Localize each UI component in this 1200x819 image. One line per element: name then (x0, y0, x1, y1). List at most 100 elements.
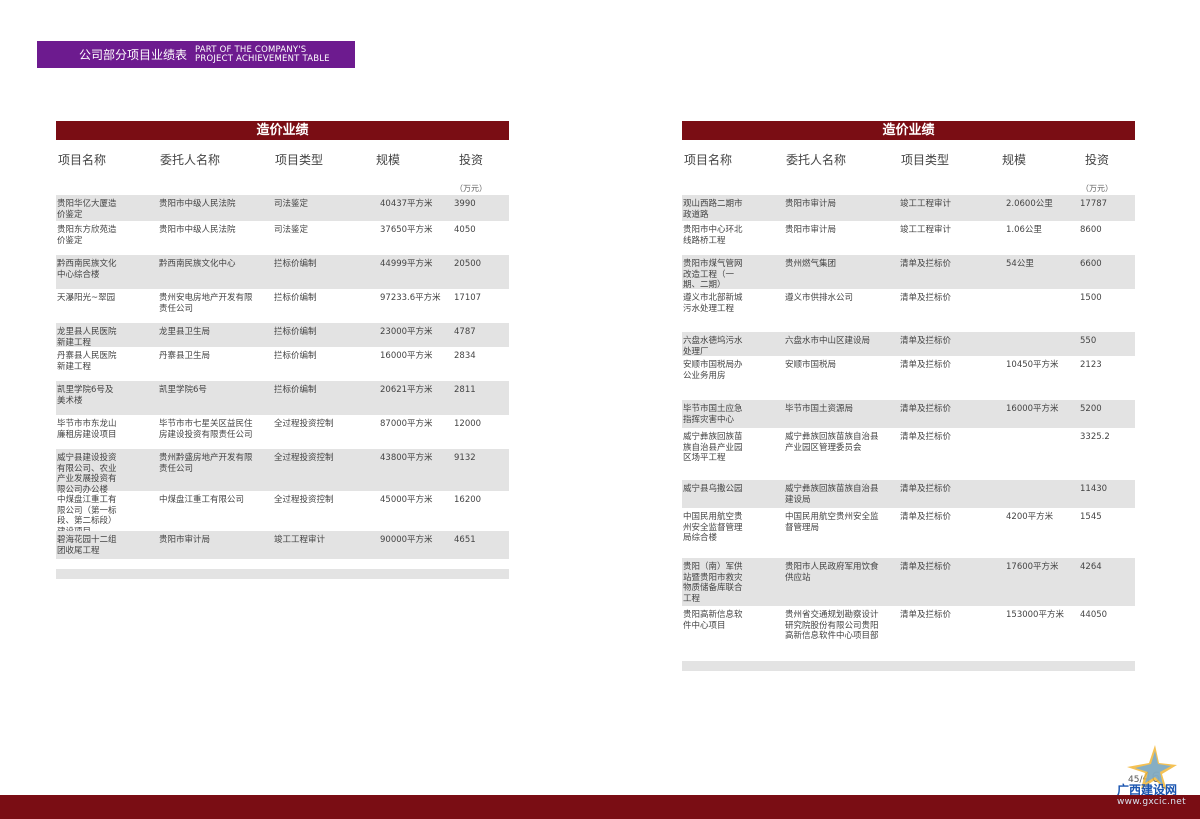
header-investment: 投资 (1085, 153, 1110, 167)
table-title: 造价业绩 (56, 121, 509, 140)
table-end-bar (682, 661, 1135, 671)
client-cell: 毕节市国土资源局 (785, 404, 854, 414)
scale-cell: 17600平方米 (1006, 562, 1059, 572)
project-type-cell: 清单及拦标价 (900, 404, 952, 414)
investment-cell: 8600 (1080, 225, 1102, 235)
footer-bar (0, 795, 1200, 819)
scale-cell: 45000平方米 (380, 495, 433, 505)
scale-cell: 43800平方米 (380, 453, 433, 463)
investment-cell: 3990 (454, 199, 476, 209)
header-client: 委托人名称 (160, 153, 221, 167)
table-row: 贵阳高新信息软件中心项目 贵州省交通规划勘察设计研究院股份有限公司贵阳高新信息软件… (682, 606, 1135, 651)
scale-cell: 1.06公里 (1006, 225, 1042, 235)
project-name-cell: 安顺市国税局办公业务用房 (683, 360, 743, 381)
client-cell: 贵阳市中级人民法院 (159, 225, 236, 235)
scale-cell: 4200平方米 (1006, 512, 1054, 522)
client-cell: 龙里县卫生局 (159, 327, 211, 337)
scale-cell: 90000平方米 (380, 535, 433, 545)
investment-cell: 16200 (454, 495, 482, 505)
project-type-cell: 拦标价编制 (274, 293, 317, 303)
investment-cell: 2123 (1080, 360, 1102, 370)
table-row: 安顺市国税局办公业务用房 安顺市国税局 清单及拦标价 10450平方米 2123 (682, 356, 1135, 400)
project-name-cell: 中国民用航空贵州安全监督管理局综合楼 (683, 512, 743, 543)
project-name-cell: 碧海花园十二组团收尾工程 (57, 535, 117, 556)
project-type-cell: 清单及拦标价 (900, 293, 952, 303)
investment-cell: 17107 (454, 293, 482, 303)
investment-cell: 550 (1080, 336, 1097, 346)
project-type-cell: 清单及拦标价 (900, 259, 952, 269)
scale-cell: 97233.6平方米 (380, 293, 441, 303)
header-investment: 投资 (459, 153, 484, 167)
client-cell: 贵州安电房地产开发有限责任公司 (159, 293, 253, 314)
table-row: 贵阳（南）军供站暨贵阳市救灾物质储备库联合工程 贵阳市人民政府军用饮食供应站 清单及… (682, 558, 1135, 606)
project-name-cell: 贵阳（南）军供站暨贵阳市救灾物质储备库联合工程 (683, 562, 743, 604)
investment-cell: 4264 (1080, 562, 1102, 572)
table-row: 丹寨县人民医院新建工程 丹寨县卫生局 拦标价编制 16000平方米 2834 (56, 347, 509, 381)
project-type-cell: 拦标价编制 (274, 327, 317, 337)
client-cell: 贵阳市中级人民法院 (159, 199, 236, 209)
investment-cell: 4050 (454, 225, 476, 235)
client-cell: 遵义市供排水公司 (785, 293, 854, 303)
project-type-cell: 全过程投资控制 (274, 453, 334, 463)
table-row: 碧海花园十二组团收尾工程 贵阳市审计局 竣工工程审计 90000平方米 4651 (56, 531, 509, 559)
project-name-cell: 遵义市北部新城污水处理工程 (683, 293, 743, 314)
client-cell: 黔西南民族文化中心 (159, 259, 236, 269)
investment-cell: 4651 (454, 535, 476, 545)
project-type-cell: 司法鉴定 (274, 225, 309, 235)
header-investment-unit: （万元） (1081, 184, 1113, 193)
table-row: 天瀑阳光~翠园 贵州安电房地产开发有限责任公司 拦标价编制 97233.6平方米 171… (56, 289, 509, 323)
project-name-cell: 龙里县人民医院新建工程 (57, 327, 117, 348)
client-cell: 中煤盘江重工有限公司 (159, 495, 245, 505)
left-achievement-table: 造价业绩 项目名称 委托人名称 项目类型 规模 投资 （万元） 贵阳华亿大厦造价… (56, 121, 509, 579)
project-type-cell: 全过程投资控制 (274, 419, 334, 429)
client-cell: 威宁彝族回族苗族自治县产业园区管理委员会 (785, 432, 879, 453)
table-row: 凯里学院6号及美术楼 凯里学院6号 拦标价编制 20621平方米 2811 (56, 381, 509, 415)
project-name-cell: 丹寨县人民医院新建工程 (57, 351, 117, 372)
project-type-cell: 清单及拦标价 (900, 484, 952, 494)
project-name-cell: 贵阳市煤气管网改造工程（一期、二期） (683, 259, 743, 290)
project-name-cell: 观山西路二期市政道路 (683, 199, 743, 220)
table-body: 贵阳华亿大厦造价鉴定 贵阳市中级人民法院 司法鉴定 40437平方米 3990 贵阳东方欣… (56, 195, 509, 579)
table-row: 威宁县乌撒公园 威宁彝族回族苗族自治县建设局 清单及拦标价 11430 (682, 480, 1135, 508)
investment-cell: 3325.2 (1080, 432, 1110, 442)
investment-cell: 11430 (1080, 484, 1108, 494)
investment-cell: 1545 (1080, 512, 1102, 522)
client-cell: 贵州省交通规划勘察设计研究院股份有限公司贵阳高新信息软件中心项目部 (785, 610, 879, 641)
table-row: 龙里县人民医院新建工程 龙里县卫生局 拦标价编制 23000平方米 4787 (56, 323, 509, 348)
client-cell: 毕节市市七星关区益民住房建设投资有限责任公司 (159, 419, 253, 440)
table-row: 黔西南民族文化中心综合楼 黔西南民族文化中心 拦标价编制 44999平方米 20500 (56, 255, 509, 289)
table-header-row: 项目名称 委托人名称 项目类型 规模 投资 （万元） (682, 140, 1135, 195)
table-row: 贵阳市煤气管网改造工程（一期、二期） 贵州燃气集团 清单及拦标价 54公里 6600 (682, 255, 1135, 290)
project-type-cell: 清单及拦标价 (900, 562, 952, 572)
project-name-cell: 毕节市国土应急指挥灾害中心 (683, 404, 743, 425)
header-client: 委托人名称 (786, 153, 847, 167)
project-name-cell: 贵阳东方欣苑造价鉴定 (57, 225, 117, 246)
project-name-cell: 黔西南民族文化中心综合楼 (57, 259, 117, 280)
scale-cell: 23000平方米 (380, 327, 433, 337)
project-type-cell: 清单及拦标价 (900, 512, 952, 522)
table-header-row: 项目名称 委托人名称 项目类型 规模 投资 （万元） (56, 140, 509, 195)
project-type-cell: 拦标价编制 (274, 259, 317, 269)
scale-cell: 44999平方米 (380, 259, 433, 269)
client-cell: 贵州黔盛房地产开发有限责任公司 (159, 453, 253, 474)
table-row: 威宁县建设投资有限公司、农业产业发展投资有限公司办公楼 贵州黔盛房地产开发有限责任… (56, 449, 509, 495)
project-type-cell: 拦标价编制 (274, 385, 317, 395)
table-row: 中煤盘江重工有限公司（第一标段、第二标段）建设项目中煤盘江重工有限公司全过程投资… (56, 491, 509, 537)
client-cell: 丹寨县卫生局 (159, 351, 211, 361)
table-row: 观山西路二期市政道路 贵阳市审计局 竣工工程审计 2.0600公里 17787 (682, 195, 1135, 221)
header-type: 项目类型 (275, 153, 324, 167)
project-name-cell: 毕节市市东龙山廉租房建设项目 (57, 419, 117, 440)
project-type-cell: 竣工工程审计 (900, 225, 952, 235)
header-type: 项目类型 (901, 153, 950, 167)
scale-cell: 16000平方米 (1006, 404, 1059, 414)
table-title: 造价业绩 (682, 121, 1135, 140)
project-type-cell: 竣工工程审计 (274, 535, 326, 545)
project-type-cell: 清单及拦标价 (900, 610, 952, 620)
client-cell: 六盘水市中山区建设局 (785, 336, 871, 346)
project-name-cell: 威宁彝族回族苗族自治县产业园区场平工程 (683, 432, 743, 463)
investment-cell: 2811 (454, 385, 476, 395)
scale-cell: 2.0600公里 (1006, 199, 1053, 209)
client-cell: 贵阳市审计局 (159, 535, 211, 545)
banner-title-en: PART OF THE COMPANY'S PROJECT ACHIEVEMEN… (195, 45, 330, 64)
header-project-name: 项目名称 (58, 153, 107, 167)
